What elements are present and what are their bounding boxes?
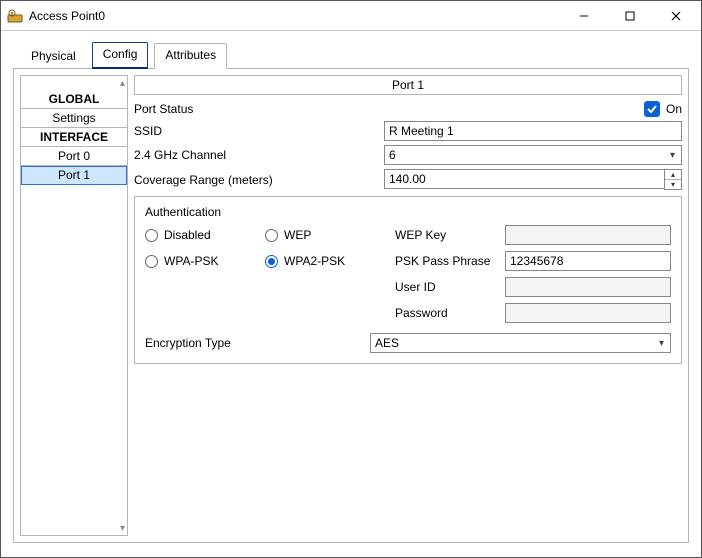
auth-radio-disabled[interactable]: Disabled	[145, 228, 265, 242]
chevron-down-icon: ▾	[666, 150, 679, 161]
tab-panel: ▴ GLOBAL Settings INTERFACE Port 0 Port …	[13, 68, 689, 543]
sidebar-item-port0[interactable]: Port 0	[21, 147, 127, 166]
maximize-button[interactable]	[607, 1, 653, 31]
sidebar-item-port1[interactable]: Port 1	[21, 166, 127, 185]
wep-key-label: WEP Key	[395, 228, 505, 242]
minimize-button[interactable]	[561, 1, 607, 31]
userid-input	[505, 277, 671, 297]
encryption-value: AES	[375, 336, 399, 350]
sidebar-header-global: GLOBAL	[21, 90, 127, 109]
coverage-spinner[interactable]: ▴ ▾	[384, 169, 682, 190]
chevron-down-icon: ▾	[655, 338, 668, 349]
titlebar: Access Point0	[1, 1, 701, 31]
coverage-step-up[interactable]: ▴	[665, 170, 681, 180]
app-icon	[7, 8, 23, 24]
sidebar-item-settings[interactable]: Settings	[21, 109, 127, 128]
sidebar-header-interface: INTERFACE	[21, 128, 127, 147]
tabs: Physical Config Attributes	[13, 41, 689, 68]
tab-config[interactable]: Config	[92, 42, 149, 69]
auth-radio-wep[interactable]: WEP	[265, 228, 395, 242]
port-status-on-label: On	[666, 102, 682, 116]
panel-title: Port 1	[134, 75, 682, 95]
tab-attributes[interactable]: Attributes	[154, 43, 227, 69]
password-label: Password	[395, 306, 505, 320]
ssid-input[interactable]	[384, 121, 682, 141]
encryption-label: Encryption Type	[145, 336, 360, 350]
port-status-label: Port Status	[134, 102, 384, 116]
sidebar-scroll-down[interactable]: ▾	[21, 521, 127, 535]
psk-input[interactable]	[505, 251, 671, 271]
channel-label: 2.4 GHz Channel	[134, 148, 384, 162]
auth-group-label: Authentication	[145, 205, 671, 219]
coverage-input[interactable]	[384, 169, 664, 189]
close-button[interactable]	[653, 1, 699, 31]
channel-value: 6	[389, 148, 396, 162]
tab-physical[interactable]: Physical	[21, 45, 86, 69]
port-status-checkbox[interactable]	[644, 101, 660, 117]
sidebar: ▴ GLOBAL Settings INTERFACE Port 0 Port …	[20, 75, 128, 536]
sidebar-scroll-up[interactable]: ▴	[21, 76, 127, 90]
wep-key-input	[505, 225, 671, 245]
psk-label: PSK Pass Phrase	[395, 254, 505, 268]
auth-radio-wpa-psk[interactable]: WPA-PSK	[145, 254, 265, 268]
ssid-label: SSID	[134, 124, 384, 138]
userid-label: User ID	[395, 280, 505, 294]
coverage-step-down[interactable]: ▾	[665, 180, 681, 189]
encryption-select[interactable]: AES ▾	[370, 333, 671, 353]
app-window: Access Point0 Physical Config Attributes…	[0, 0, 702, 558]
auth-groupbox: Authentication Disabled WEP WEP Key	[134, 196, 682, 364]
channel-select[interactable]: 6 ▾	[384, 145, 682, 165]
window-title: Access Point0	[29, 9, 105, 23]
auth-radio-wpa2-psk[interactable]: WPA2-PSK	[265, 254, 395, 268]
password-input	[505, 303, 671, 323]
coverage-label: Coverage Range (meters)	[134, 173, 384, 187]
main-panel: Port 1 Port Status On S	[134, 75, 682, 536]
